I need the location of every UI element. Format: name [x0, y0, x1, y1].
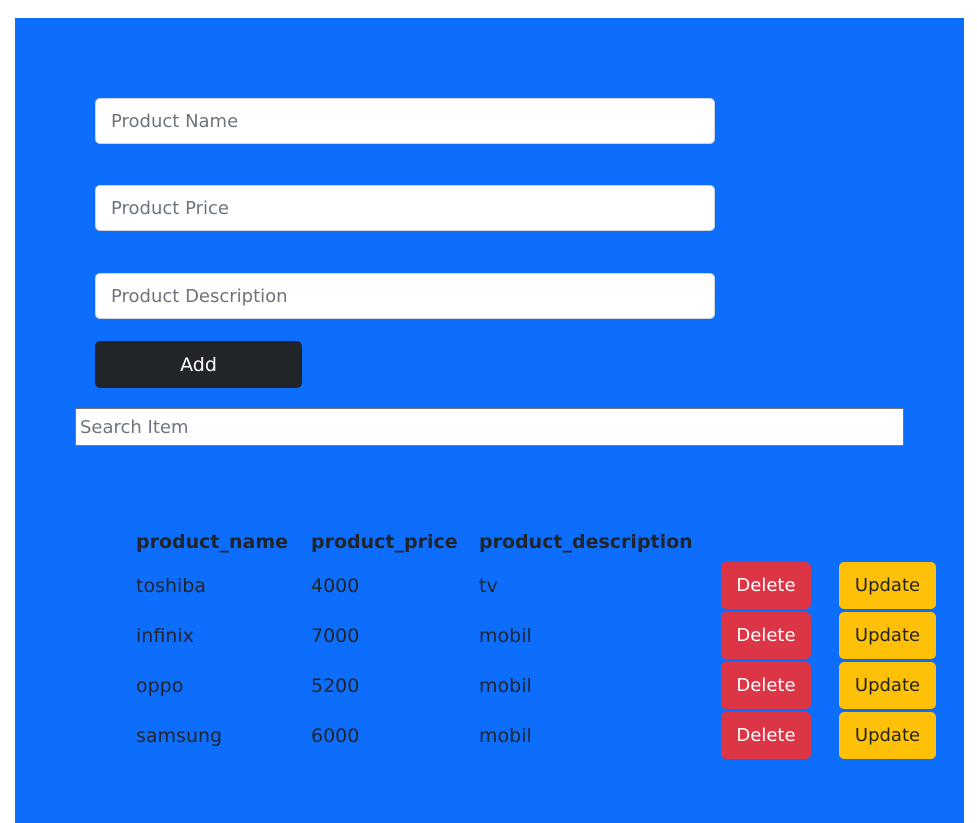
header-product-price: product_price — [311, 531, 458, 553]
cell-product-price: 5200 — [311, 675, 360, 697]
product-name-input[interactable] — [95, 98, 715, 144]
update-button[interactable]: Update — [839, 662, 936, 709]
header-product-name: product_name — [136, 531, 289, 553]
delete-button[interactable]: Delete — [721, 562, 811, 609]
product-description-input[interactable] — [95, 273, 715, 319]
cell-product-name: oppo — [136, 675, 184, 697]
search-input[interactable] — [75, 408, 904, 446]
app-panel: Add product_name product_price product_d… — [15, 18, 964, 823]
cell-product-price: 6000 — [311, 725, 360, 747]
cell-product-price: 7000 — [311, 625, 360, 647]
delete-button[interactable]: Delete — [721, 712, 811, 759]
add-button[interactable]: Add — [95, 341, 302, 388]
delete-button[interactable]: Delete — [721, 612, 811, 659]
cell-product-description: tv — [479, 575, 498, 597]
cell-product-name: toshiba — [136, 575, 206, 597]
delete-button[interactable]: Delete — [721, 662, 811, 709]
update-button[interactable]: Update — [839, 712, 936, 759]
update-button[interactable]: Update — [839, 562, 936, 609]
cell-product-price: 4000 — [311, 575, 360, 597]
product-price-input[interactable] — [95, 185, 715, 231]
cell-product-description: mobil — [479, 625, 532, 647]
header-product-description: product_description — [479, 531, 693, 553]
cell-product-description: mobil — [479, 725, 532, 747]
update-button[interactable]: Update — [839, 612, 936, 659]
cell-product-name: infinix — [136, 625, 194, 647]
cell-product-description: mobil — [479, 675, 532, 697]
cell-product-name: samsung — [136, 725, 223, 747]
